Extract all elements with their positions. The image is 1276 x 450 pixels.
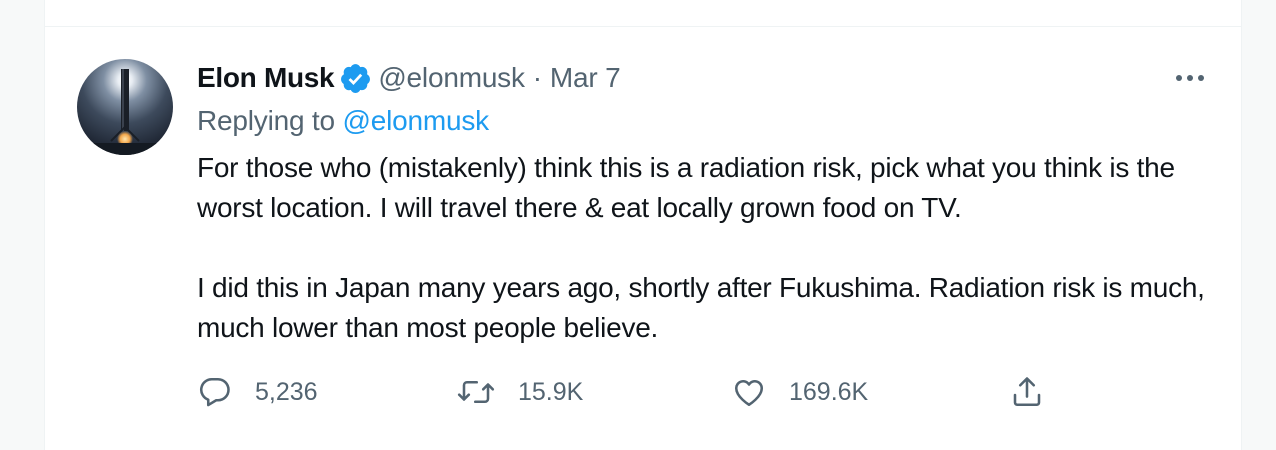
reply-button[interactable]: 5,236 — [197, 372, 318, 412]
previous-tweet-area — [44, 0, 1242, 26]
avatar-image — [77, 59, 173, 155]
replying-to-line: Replying to @elonmusk — [197, 105, 489, 137]
share-icon — [1009, 374, 1045, 410]
tweet-paragraph: For those who (mistakenly) think this is… — [197, 152, 1175, 223]
display-name[interactable]: Elon Musk — [197, 62, 335, 94]
like-count: 169.6K — [789, 377, 869, 406]
tweet-date[interactable]: Mar 7 — [550, 62, 621, 94]
tweet-header: Elon Musk @elonmusk · Mar 7 — [197, 58, 621, 98]
next-tweet-area — [44, 435, 1242, 450]
user-handle[interactable]: @elonmusk — [378, 62, 525, 94]
like-button[interactable]: 169.6K — [731, 372, 868, 412]
tweet-paragraph: I did this in Japan many years ago, shor… — [197, 272, 1205, 343]
heart-icon — [731, 374, 767, 410]
tweet-text: For those who (mistakenly) think this is… — [197, 148, 1217, 348]
replying-to-prefix: Replying to — [197, 105, 335, 136]
more-options-icon[interactable] — [1168, 64, 1212, 92]
verified-badge-icon — [339, 62, 372, 95]
replying-to-link[interactable]: @elonmusk — [342, 105, 489, 136]
avatar[interactable] — [77, 59, 173, 155]
retweet-button[interactable]: 15.9K — [456, 372, 583, 412]
share-button[interactable] — [1009, 372, 1045, 412]
reply-count: 5,236 — [255, 377, 318, 406]
retweet-count: 15.9K — [518, 377, 584, 406]
reply-icon — [197, 374, 233, 410]
separator-dot: · — [532, 62, 542, 93]
retweet-icon — [456, 374, 496, 410]
